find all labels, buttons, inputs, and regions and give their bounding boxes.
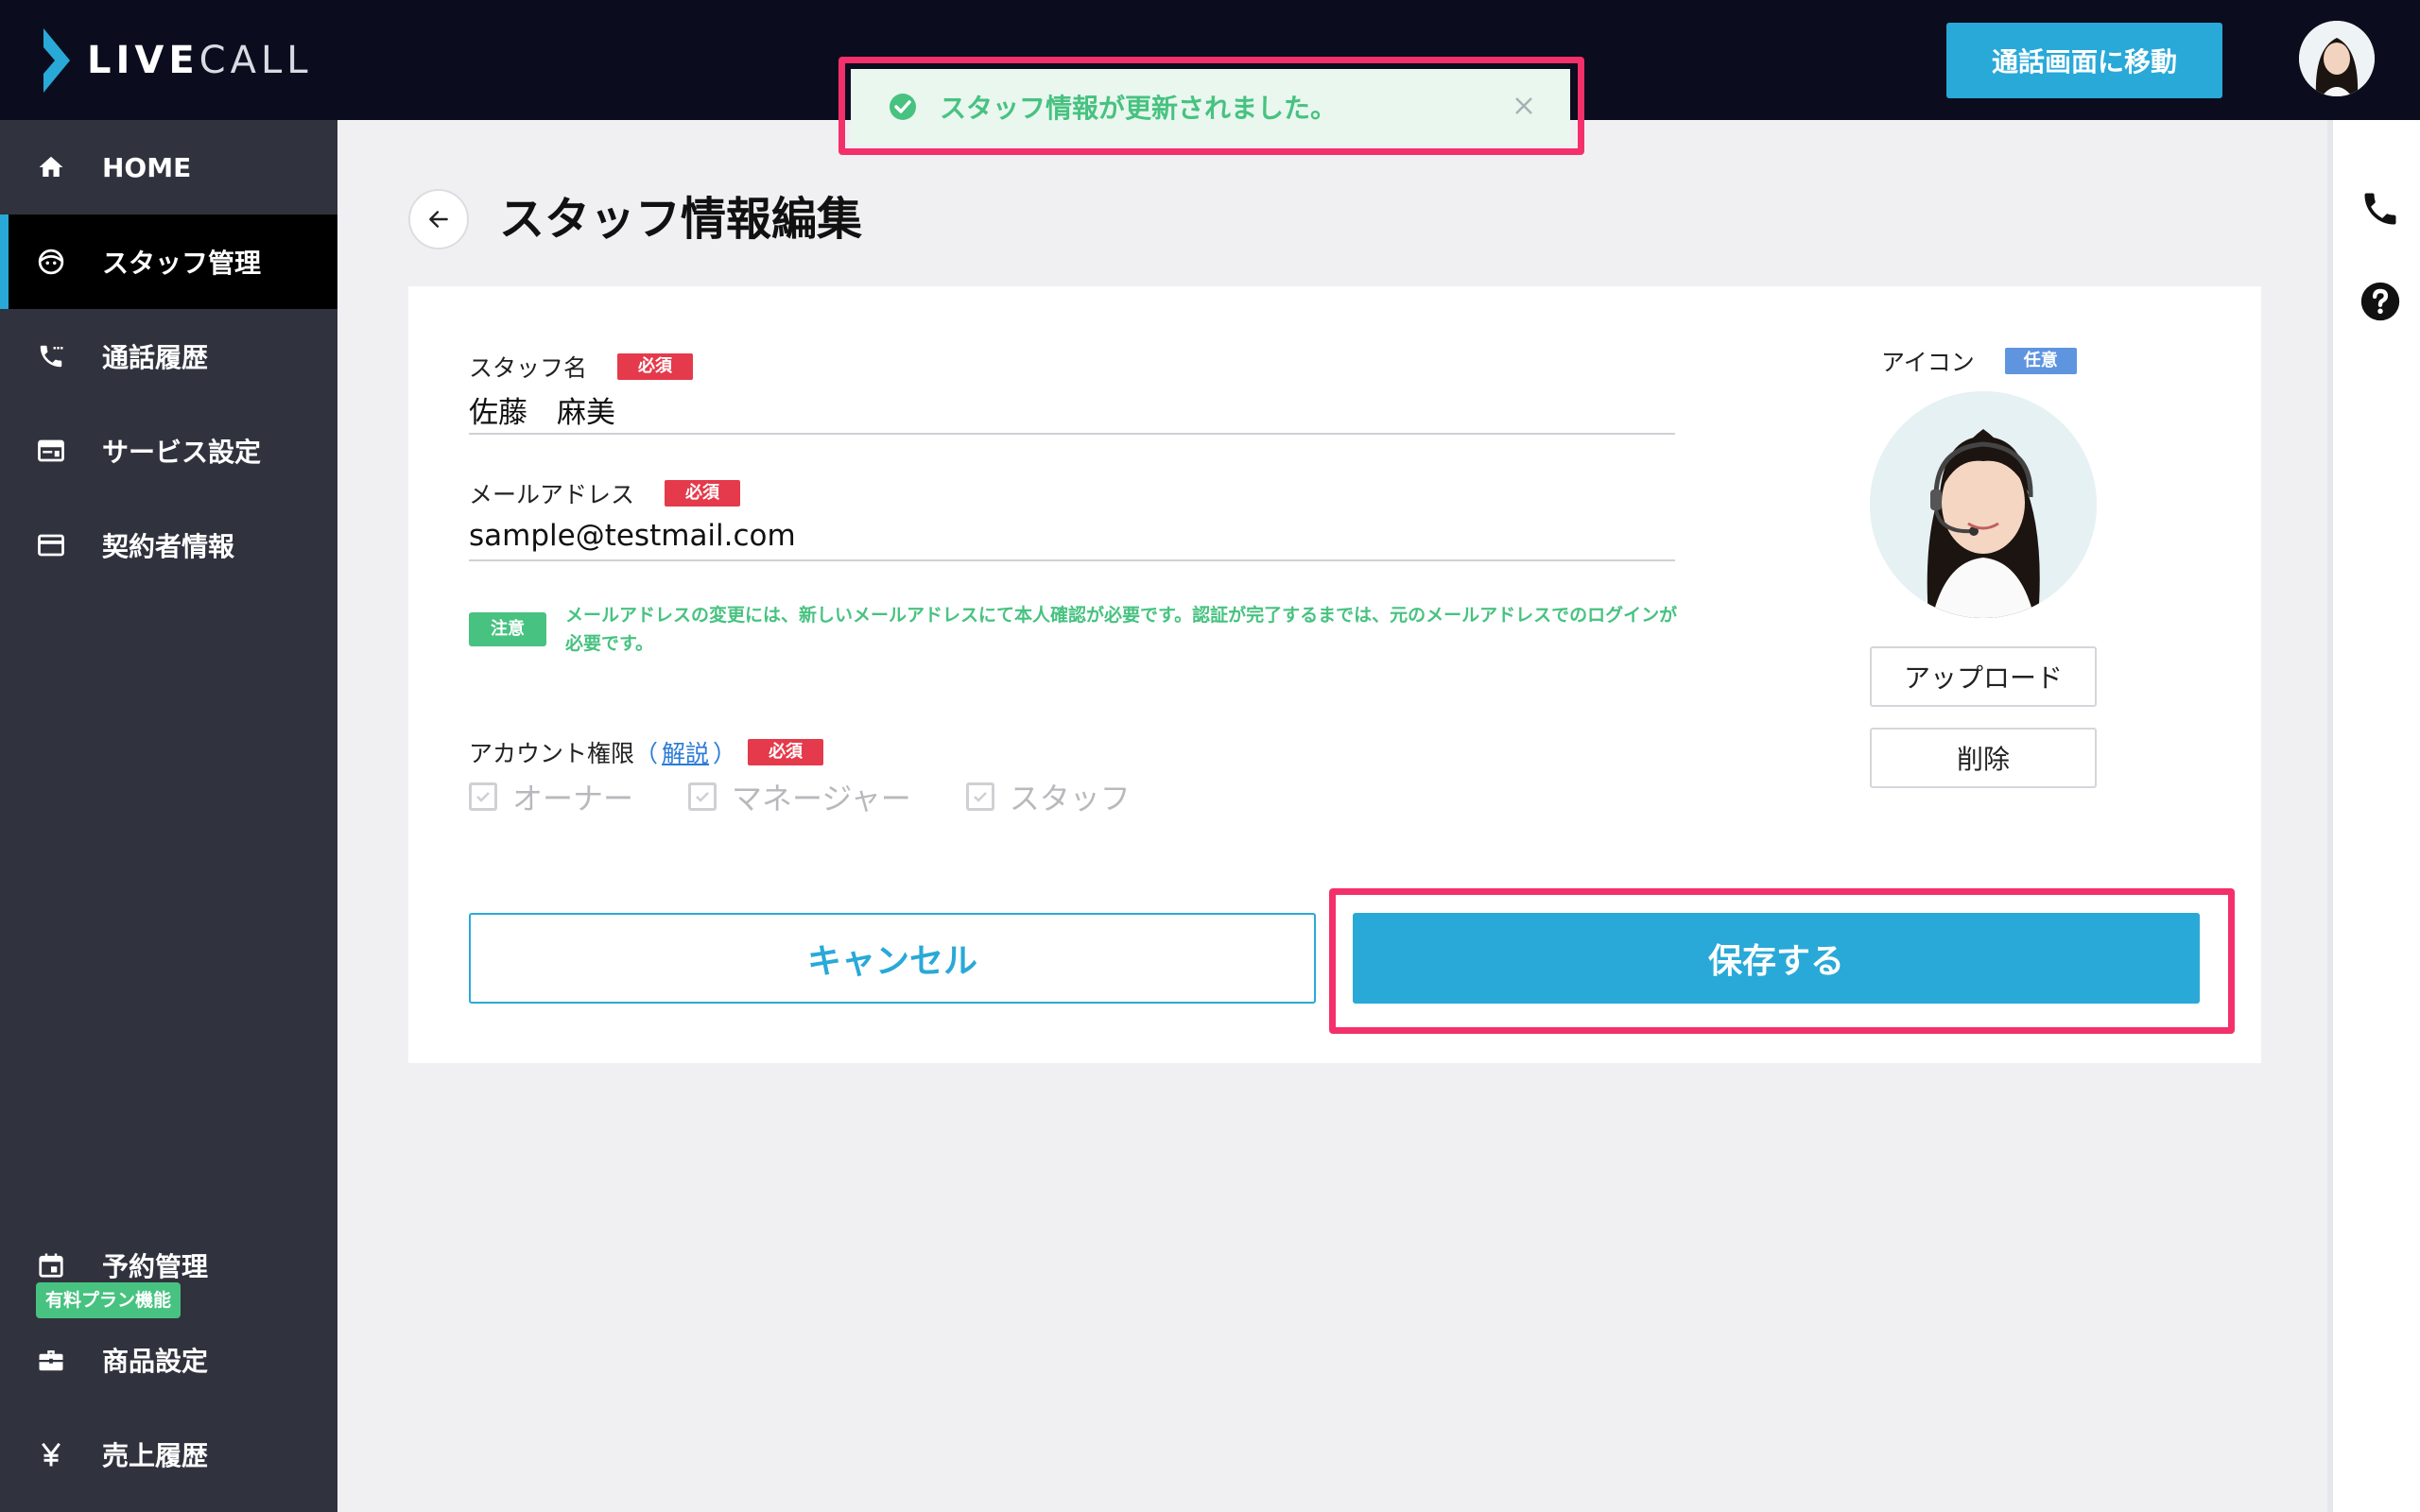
checkbox-checked-icon (688, 782, 717, 811)
sidebar-item-label: 契約者情報 (102, 531, 235, 562)
user-avatar[interactable] (2299, 21, 2375, 96)
home-icon (36, 152, 66, 182)
staff-name-label: スタッフ名 必須 (469, 350, 694, 384)
icon-label: アイコン 任意 (1881, 344, 2077, 378)
permission-owner-checkbox[interactable]: オーナー (469, 775, 633, 818)
account-permission-label: アカウント権限 （ 解説 ） 必須 (469, 735, 824, 769)
logo-text: LIVECALL (87, 39, 313, 82)
help-icon[interactable] (2360, 281, 2401, 322)
notice-text: メールアドレスの変更には、新しいメールアドレスにて本人確認が必要です。認証が完了… (565, 605, 1678, 654)
back-button[interactable] (408, 189, 469, 249)
card-icon (36, 530, 66, 560)
briefcase-icon (36, 1345, 66, 1375)
permission-manager-checkbox[interactable]: マネージャー (688, 775, 911, 818)
email-label: メールアドレス 必須 (469, 476, 741, 510)
permission-checkboxes: オーナー マネージャー スタッフ (469, 775, 1185, 818)
avatar-image (2299, 21, 2375, 96)
sidebar-item-service-settings[interactable]: サービス設定 (0, 404, 337, 498)
permission-label-text: アカウント権限 (469, 740, 635, 767)
checkbox-checked-icon (469, 782, 497, 811)
sidebar-item-contract-info[interactable]: 契約者情報 (0, 498, 337, 593)
sidebar: HOME スタッフ管理 通話履歴 サービス設定 契約者情報 有料プラン機能 予約… (0, 120, 337, 1512)
right-rail (2327, 120, 2420, 1512)
sidebar-item-product-settings[interactable]: 商品設定 (0, 1313, 337, 1407)
phone-icon[interactable] (2360, 188, 2401, 230)
phone-log-icon (36, 341, 66, 371)
permission-staff-checkbox[interactable]: スタッフ (965, 775, 1131, 818)
staff-photo-image (1870, 391, 2097, 618)
upload-button[interactable]: アップロード (1870, 646, 2097, 707)
go-to-call-screen-button[interactable]: 通話画面に移動 (1946, 23, 2222, 98)
required-badge: 必須 (748, 739, 824, 765)
checkbox-label: スタッフ (1009, 781, 1131, 816)
calendar-icon (36, 1250, 66, 1280)
page-title: スタッフ情報編集 (499, 193, 863, 246)
yen-icon (36, 1439, 66, 1469)
sidebar-item-label: 予約管理 (102, 1251, 209, 1282)
sidebar-item-reservations[interactable]: 予約管理 (0, 1218, 337, 1313)
sidebar-item-label: 通話履歴 (102, 342, 209, 373)
required-badge: 必須 (617, 353, 694, 380)
permission-help-link[interactable]: 解説 (662, 735, 709, 769)
sidebar-item-label: サービス設定 (102, 437, 262, 468)
notice-badge: 注意 (469, 612, 546, 646)
email-label-text: メールアドレス (469, 481, 635, 508)
checkbox-checked-icon (965, 782, 994, 811)
sidebar-item-call-history[interactable]: 通話履歴 (0, 309, 337, 404)
sidebar-item-staff[interactable]: スタッフ管理 (0, 215, 337, 309)
sidebar-item-label: HOME (102, 151, 192, 183)
permission-paren-close: ） (713, 740, 737, 767)
sidebar-item-label: 売上履歴 (102, 1440, 209, 1471)
toast-highlight-frame (838, 57, 1584, 155)
email-input[interactable] (469, 512, 1675, 561)
optional-badge: 任意 (2004, 348, 2077, 374)
cancel-button[interactable]: キャンセル (469, 913, 1316, 1004)
sidebar-item-label: スタッフ管理 (102, 248, 262, 279)
staff-name-input[interactable] (469, 386, 1675, 435)
email-change-notice: 注意 メールアドレスの変更には、新しいメールアドレスにて本人確認が必要です。認証… (469, 601, 1679, 658)
sidebar-item-label: 商品設定 (102, 1346, 209, 1377)
service-icon (36, 436, 66, 466)
required-badge: 必須 (665, 480, 741, 507)
face-icon (36, 247, 66, 277)
staff-photo (1870, 391, 2097, 618)
logo-mark-icon (43, 28, 70, 93)
livecall-logo[interactable]: LIVECALL (42, 26, 313, 94)
checkbox-label: オーナー (512, 781, 634, 816)
checkbox-label: マネージャー (732, 781, 911, 816)
save-highlight-frame (1329, 888, 2235, 1034)
icon-label-text: アイコン (1881, 349, 1975, 376)
sidebar-item-home[interactable]: HOME (0, 120, 337, 215)
permission-paren-open: （ (634, 740, 659, 767)
staff-name-label-text: スタッフ名 (469, 354, 588, 382)
sidebar-item-sales-history[interactable]: 売上履歴 (0, 1407, 337, 1502)
delete-button[interactable]: 削除 (1870, 728, 2097, 788)
arrow-left-icon (429, 211, 448, 228)
